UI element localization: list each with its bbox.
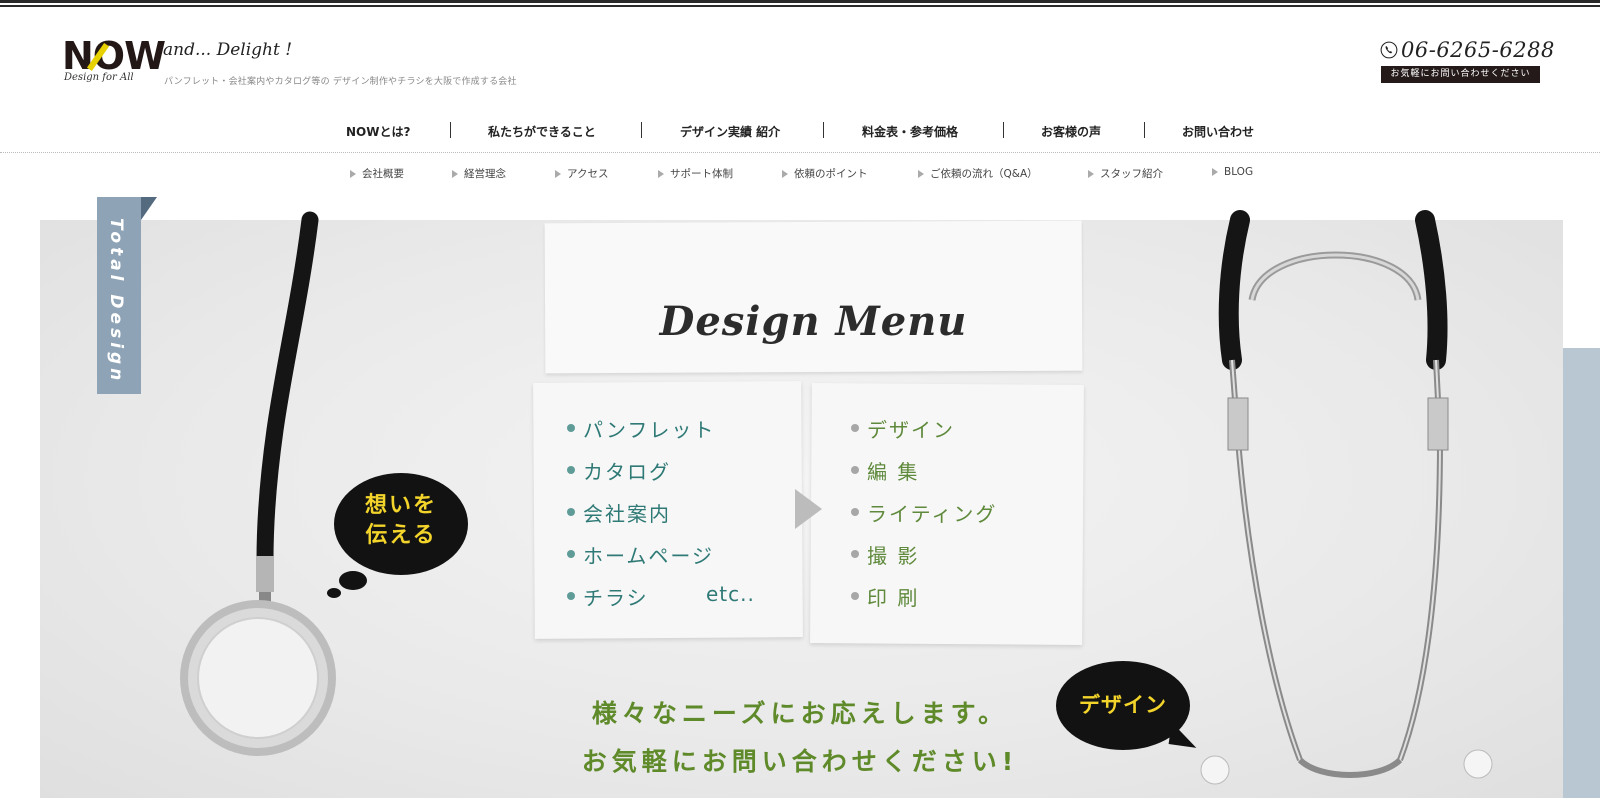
nav-item-works[interactable]: デザイン実績 紹介 [680, 123, 780, 140]
nav-item-about[interactable]: NOWとは? [346, 123, 410, 140]
services-list: デザイン 編 集 ライティング 撮 影 印 刷 [851, 407, 997, 617]
bullet-dot-icon [851, 592, 859, 600]
bullet-dot-icon [567, 424, 575, 432]
cta-line: お気軽にお問い合わせください! [581, 747, 1019, 776]
logo-subtitle: Design for All [64, 72, 134, 83]
nav-item-services[interactable]: 私たちができること [488, 123, 596, 140]
list-item: ライティング [851, 491, 997, 533]
nav-divider [0, 152, 1600, 153]
triangle-right-icon [918, 169, 924, 178]
bubble-line: 想いを [364, 493, 437, 518]
thought-bubble: 想いを 伝える [334, 473, 468, 575]
subnav-label: 会社概要 [362, 168, 404, 180]
contact-cta-button[interactable]: お気軽にお問い合わせください [1381, 66, 1540, 83]
list-item: 撮 影 [851, 533, 997, 575]
phone-contact[interactable]: 06-6265-6288 [1380, 38, 1555, 62]
triangle-right-icon [350, 169, 356, 178]
list-item-label: チラシ [583, 585, 649, 610]
tagline-script: and... Delight ! [163, 40, 293, 60]
subnav-label: ご依頼の流れ（Q&A） [930, 168, 1038, 180]
list-item-label: 印 刷 [867, 585, 920, 610]
hero-cta-text: 様々なニーズにお応えします。 お気軽にお問い合わせください! [560, 690, 1040, 786]
triangle-right-icon [452, 169, 458, 178]
list-item: パンフレット [567, 407, 715, 449]
list-item: 印 刷 [851, 575, 997, 617]
list-item: ホームページ [567, 533, 715, 575]
nav-item-testimonials[interactable]: お客様の声 [1041, 123, 1101, 140]
bullet-dot-icon [567, 592, 575, 600]
arrow-right-icon [795, 489, 822, 529]
list-item-label: ライティング [867, 501, 998, 526]
nav-separator [641, 122, 642, 138]
subnav-item-support[interactable]: サポート体制 [658, 166, 733, 181]
triangle-right-icon [555, 169, 561, 178]
nav-item-contact[interactable]: お問い合わせ [1182, 123, 1254, 140]
side-accent-panel [1563, 348, 1600, 798]
products-list: パンフレット カタログ 会社案内 ホームページ チラシ [567, 407, 715, 617]
list-item-label: 会社案内 [583, 501, 671, 526]
subnav-item-points[interactable]: 依頼のポイント [782, 166, 868, 181]
bullet-dot-icon [567, 508, 575, 516]
subnav-item-blog[interactable]: BLOG [1212, 166, 1253, 178]
list-item-label: カタログ [583, 459, 671, 484]
list-item: チラシ [567, 575, 715, 617]
list-item: 会社案内 [567, 491, 715, 533]
cta-line: 様々なニーズにお応えします。 [591, 699, 1009, 728]
triangle-right-icon [782, 169, 788, 178]
triangle-right-icon [658, 169, 664, 178]
subnav-item-staff[interactable]: スタッフ紹介 [1088, 166, 1163, 181]
subnav-label: 依頼のポイント [794, 168, 868, 180]
list-item: デザイン [851, 407, 997, 449]
bullet-dot-icon [851, 550, 859, 558]
bullet-dot-icon [567, 466, 575, 474]
subnav-label: BLOG [1224, 166, 1254, 178]
subnav-label: スタッフ紹介 [1100, 168, 1163, 180]
bullet-dot-icon [851, 466, 859, 474]
nav-separator [1003, 122, 1004, 138]
main-nav: NOWとは? 私たちができること デザイン実績 紹介 料金表・参考価格 お客様の… [0, 118, 1600, 146]
list-item-label: 撮 影 [867, 543, 920, 568]
ribbon-label: Total Design [106, 218, 126, 385]
phone-number: 06-6265-6288 [1401, 38, 1555, 62]
ribbon-fold [141, 197, 157, 220]
nav-separator [823, 122, 824, 138]
tagline-description: パンフレット・会社案内やカタログ等の デザイン制作やチラシを大阪で作成する会社 [164, 77, 517, 87]
phone-icon [1380, 41, 1398, 59]
list-item-label: ホームページ [583, 543, 714, 568]
top-border [0, 0, 1600, 8]
thought-bubble-dot [339, 571, 367, 590]
logo-wordmark: NOW [62, 34, 166, 78]
bullet-dot-icon [851, 424, 859, 432]
subnav-item-philosophy[interactable]: 経営理念 [452, 166, 506, 181]
list-item: カタログ [567, 449, 715, 491]
sub-nav: 会社概要 経営理念 アクセス サポート体制 依頼のポイント ご依頼の流れ（Q&A… [0, 166, 1600, 186]
bubble-line: 伝える [365, 523, 437, 548]
subnav-label: アクセス [567, 168, 609, 180]
triangle-right-icon [1212, 168, 1218, 176]
site-logo[interactable]: NOW Design for All [62, 37, 166, 88]
bullet-dot-icon [567, 550, 575, 558]
bullet-dot-icon [851, 508, 859, 516]
list-item: 編 集 [851, 449, 997, 491]
etc-label: etc.. [706, 582, 755, 606]
speech-bubble: デザイン [1056, 661, 1190, 750]
list-item-label: 編 集 [867, 459, 920, 484]
list-item-label: パンフレット [583, 417, 716, 442]
menu-title: Design Menu [659, 298, 968, 345]
menu-title-card [544, 220, 1083, 374]
nav-separator [450, 122, 451, 138]
nav-separator [1144, 122, 1145, 138]
subnav-label: サポート体制 [670, 168, 733, 180]
subnav-item-access[interactable]: アクセス [555, 166, 608, 181]
thought-bubble-dot [327, 588, 341, 598]
subnav-label: 経営理念 [464, 168, 506, 180]
nav-item-pricing[interactable]: 料金表・参考価格 [862, 123, 958, 140]
subnav-item-flow[interactable]: ご依頼の流れ（Q&A） [918, 166, 1038, 181]
triangle-right-icon [1088, 169, 1094, 178]
subnav-item-company[interactable]: 会社概要 [350, 166, 404, 181]
list-item-label: デザイン [867, 417, 955, 442]
